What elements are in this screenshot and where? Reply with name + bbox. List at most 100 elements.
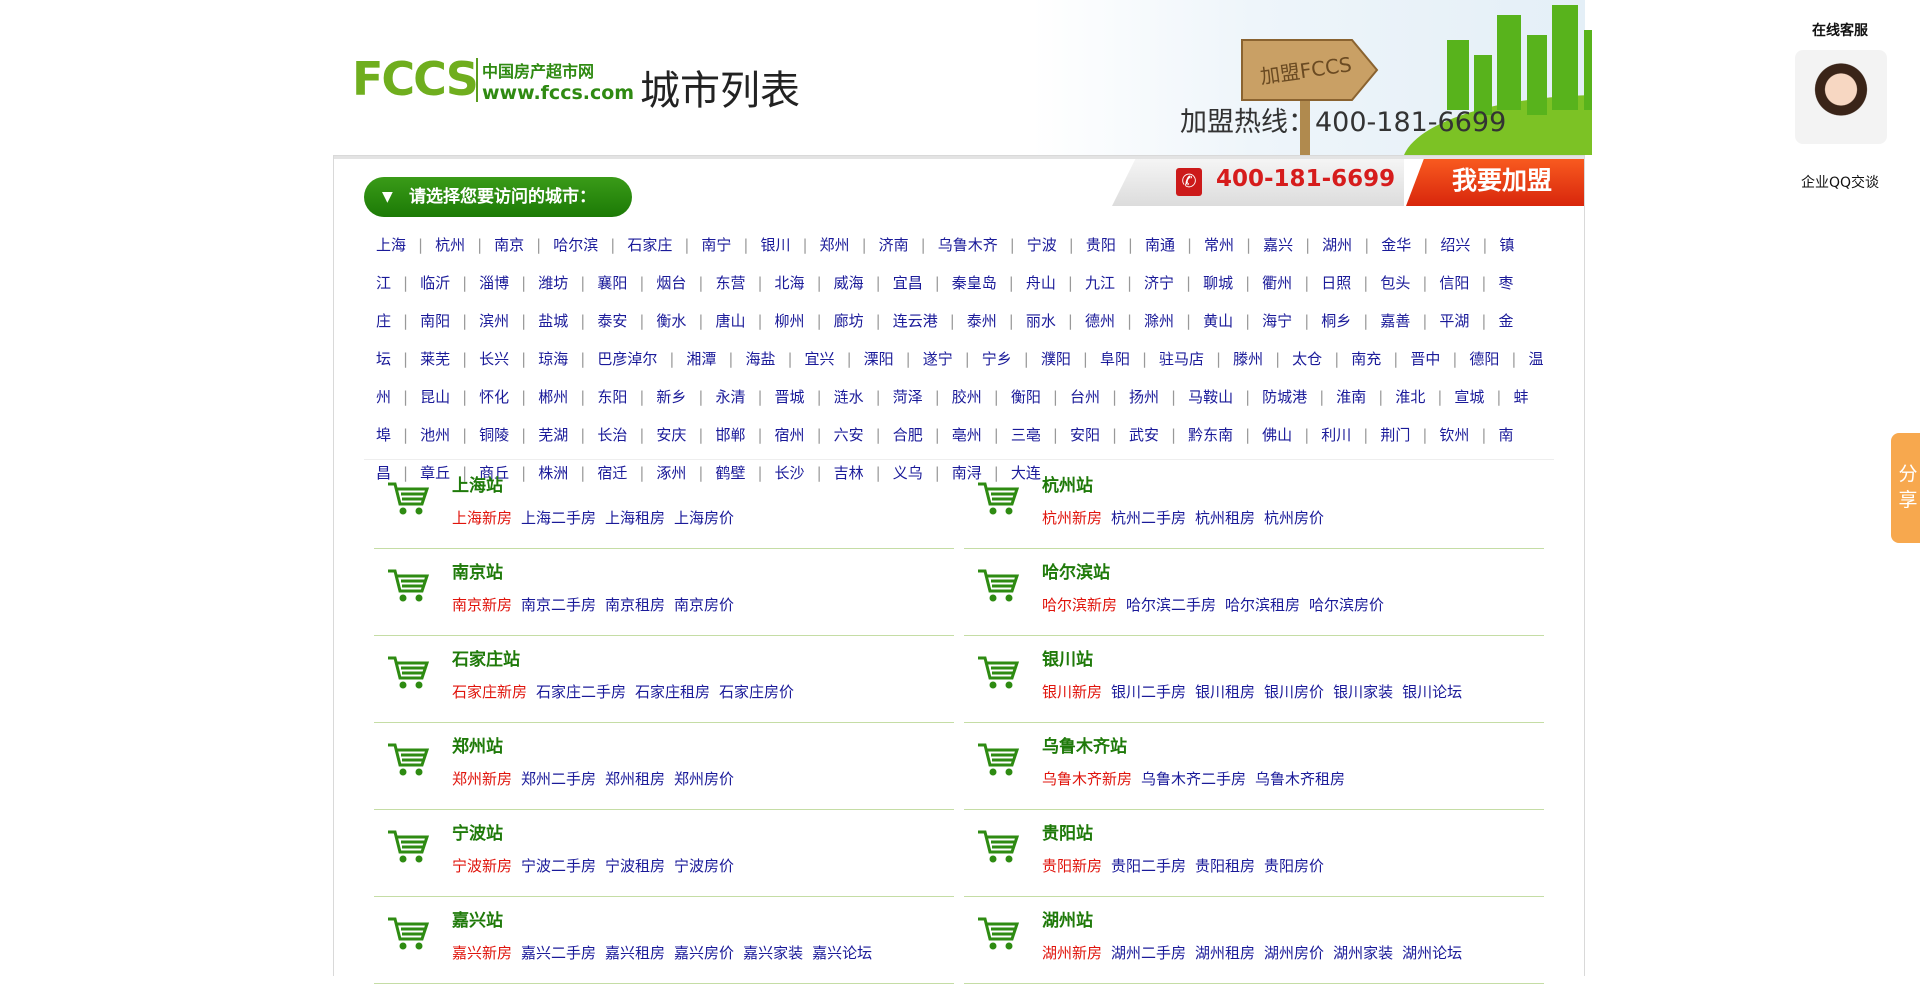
city-link[interactable]: 安阳: [1070, 426, 1100, 444]
station-link[interactable]: 上海新房: [452, 509, 512, 527]
station-link[interactable]: 乌鲁木齐租房: [1255, 770, 1345, 788]
city-link[interactable]: 淄博: [479, 274, 509, 292]
station-link[interactable]: 贵阳二手房: [1111, 857, 1186, 875]
station-title[interactable]: 南京站: [452, 558, 503, 583]
station-link[interactable]: 银川房价: [1264, 683, 1324, 701]
city-link[interactable]: 衡水: [656, 312, 686, 330]
station-link[interactable]: 郑州新房: [452, 770, 512, 788]
city-link[interactable]: 宁波: [1027, 236, 1057, 254]
city-link[interactable]: 滁州: [1144, 312, 1174, 330]
station-link[interactable]: 乌鲁木齐新房: [1042, 770, 1132, 788]
city-link[interactable]: 信阳: [1439, 274, 1469, 292]
city-link[interactable]: 济南: [879, 236, 909, 254]
station-title[interactable]: 郑州站: [452, 732, 503, 757]
city-link[interactable]: 烟台: [656, 274, 686, 292]
station-link[interactable]: 贵阳租房: [1195, 857, 1255, 875]
city-link[interactable]: 涟水: [834, 388, 864, 406]
station-link[interactable]: 杭州新房: [1042, 509, 1102, 527]
station-link[interactable]: 杭州租房: [1195, 509, 1255, 527]
city-link[interactable]: 琼海: [538, 350, 568, 368]
city-link[interactable]: 石家庄: [627, 236, 672, 254]
station-link[interactable]: 湖州论坛: [1402, 944, 1462, 962]
city-link[interactable]: 秦皇岛: [952, 274, 997, 292]
city-link[interactable]: 南通: [1145, 236, 1175, 254]
station-link[interactable]: 银川二手房: [1111, 683, 1186, 701]
service-agent-avatar[interactable]: [1795, 50, 1887, 144]
station-link[interactable]: 银川新房: [1042, 683, 1102, 701]
city-link[interactable]: 包头: [1380, 274, 1410, 292]
station-link[interactable]: 宁波新房: [452, 857, 512, 875]
city-link[interactable]: 盐城: [538, 312, 568, 330]
city-link[interactable]: 阜阳: [1100, 350, 1130, 368]
city-link[interactable]: 宜兴: [805, 350, 835, 368]
city-link[interactable]: 马鞍山: [1188, 388, 1233, 406]
city-link[interactable]: 晋中: [1410, 350, 1440, 368]
station-link[interactable]: 嘉兴家装: [743, 944, 803, 962]
city-link[interactable]: 贵阳: [1086, 236, 1116, 254]
station-link[interactable]: 哈尔滨房价: [1309, 596, 1384, 614]
station-title[interactable]: 贵阳站: [1042, 819, 1093, 844]
city-link[interactable]: 嘉善: [1380, 312, 1410, 330]
station-link[interactable]: 宁波租房: [605, 857, 665, 875]
city-link[interactable]: 嘉兴: [1263, 236, 1293, 254]
station-link[interactable]: 湖州二手房: [1111, 944, 1186, 962]
city-link[interactable]: 巴彦淖尔: [597, 350, 657, 368]
city-link[interactable]: 衡阳: [1011, 388, 1041, 406]
city-link[interactable]: 钦州: [1439, 426, 1469, 444]
city-link[interactable]: 菏泽: [893, 388, 923, 406]
city-link[interactable]: 铜陵: [479, 426, 509, 444]
station-link[interactable]: 上海二手房: [521, 509, 596, 527]
station-link[interactable]: 贵阳房价: [1264, 857, 1324, 875]
city-link[interactable]: 聊城: [1203, 274, 1233, 292]
station-link[interactable]: 石家庄新房: [452, 683, 527, 701]
station-link[interactable]: 嘉兴房价: [674, 944, 734, 962]
city-link[interactable]: 潍坊: [538, 274, 568, 292]
city-link[interactable]: 宁乡: [982, 350, 1012, 368]
station-link[interactable]: 南京租房: [605, 596, 665, 614]
city-link[interactable]: 德州: [1085, 312, 1115, 330]
city-link[interactable]: 黔东南: [1188, 426, 1233, 444]
city-link[interactable]: 舟山: [1026, 274, 1056, 292]
station-link[interactable]: 南京新房: [452, 596, 512, 614]
city-link[interactable]: 乌鲁木齐: [938, 236, 998, 254]
city-link[interactable]: 金华: [1381, 236, 1411, 254]
station-link[interactable]: 哈尔滨新房: [1042, 596, 1117, 614]
city-link[interactable]: 南阳: [420, 312, 450, 330]
city-link[interactable]: 柳州: [775, 312, 805, 330]
city-link[interactable]: 芜湖: [538, 426, 568, 444]
city-link[interactable]: 怀化: [479, 388, 509, 406]
city-link[interactable]: 淮南: [1336, 388, 1366, 406]
station-link[interactable]: 宁波二手房: [521, 857, 596, 875]
city-link[interactable]: 防城港: [1262, 388, 1307, 406]
station-link[interactable]: 南京房价: [674, 596, 734, 614]
city-link[interactable]: 胶州: [952, 388, 982, 406]
station-title[interactable]: 石家庄站: [452, 645, 520, 670]
city-link[interactable]: 唐山: [715, 312, 745, 330]
station-title[interactable]: 乌鲁木齐站: [1042, 732, 1127, 757]
enterprise-qq-link[interactable]: 企业QQ交谈: [1795, 172, 1885, 192]
city-link[interactable]: 南宁: [701, 236, 731, 254]
city-link[interactable]: 武安: [1129, 426, 1159, 444]
city-link[interactable]: 宜昌: [893, 274, 923, 292]
city-link[interactable]: 荆门: [1380, 426, 1410, 444]
city-link[interactable]: 新乡: [656, 388, 686, 406]
station-link[interactable]: 哈尔滨租房: [1225, 596, 1300, 614]
city-link[interactable]: 南京: [494, 236, 524, 254]
station-title[interactable]: 杭州站: [1042, 471, 1093, 496]
city-link[interactable]: 黄山: [1203, 312, 1233, 330]
city-link[interactable]: 北海: [775, 274, 805, 292]
city-link[interactable]: 滨州: [479, 312, 509, 330]
station-title[interactable]: 银川站: [1042, 645, 1093, 670]
station-link[interactable]: 湖州房价: [1264, 944, 1324, 962]
station-link[interactable]: 郑州二手房: [521, 770, 596, 788]
city-link[interactable]: 银川: [760, 236, 790, 254]
city-link[interactable]: 湘潭: [686, 350, 716, 368]
city-link[interactable]: 合肥: [893, 426, 923, 444]
join-button[interactable]: 我要加盟: [1406, 159, 1584, 206]
station-link[interactable]: 乌鲁木齐二手房: [1141, 770, 1246, 788]
station-link[interactable]: 哈尔滨二手房: [1126, 596, 1216, 614]
station-link[interactable]: 宁波房价: [674, 857, 734, 875]
station-link[interactable]: 杭州二手房: [1111, 509, 1186, 527]
city-link[interactable]: 长兴: [479, 350, 509, 368]
station-link[interactable]: 石家庄二手房: [536, 683, 626, 701]
